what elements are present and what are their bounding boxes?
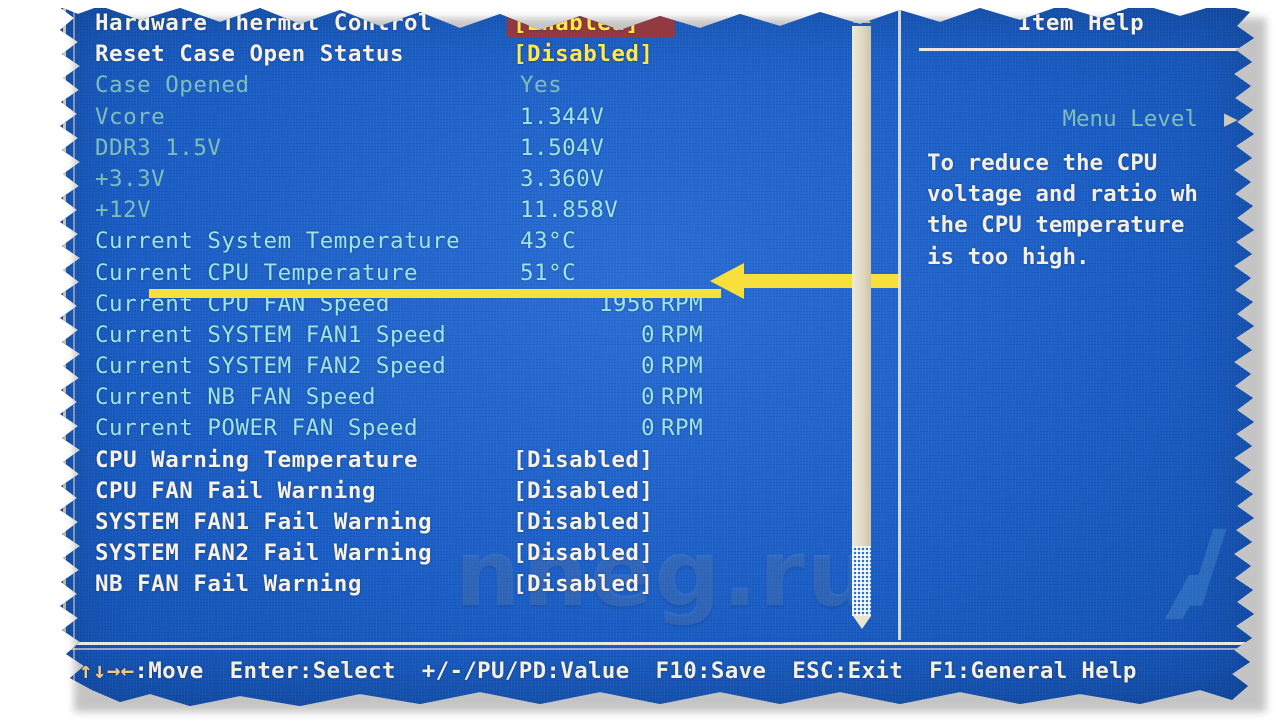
settings-row-label: +12V: [95, 197, 152, 224]
settings-row-value: 0: [640, 321, 655, 348]
settings-row-value: 43°C: [520, 228, 577, 255]
scrollbar-thumb[interactable]: [852, 26, 871, 546]
footer-rule-secondary: [61, 648, 1251, 650]
key-hint-action: :Move: [134, 658, 204, 684]
settings-row: +3.3V 3.360V: [95, 164, 885, 195]
settings-row-value: 3.360V: [520, 165, 605, 192]
menu-level-row: Menu Level ▶: [927, 80, 1237, 158]
key-hint-keys: ESC: [792, 658, 834, 684]
key-hint-bar: ↑↓→←:Move Enter:Select +/-/PU/PD:Value F10:…: [79, 658, 1259, 684]
key-hint: ESC:Exit: [792, 658, 903, 684]
settings-row: +12V 11.858V: [95, 195, 885, 226]
key-hint: F10:Save: [656, 658, 767, 684]
settings-row-label: Current SYSTEM FAN1 Speed: [95, 321, 447, 348]
item-help-text: To reduce the CPU voltage and ratio wh the…: [927, 148, 1260, 273]
key-hint-keys: F1: [929, 658, 957, 684]
settings-row[interactable]: Reset Case Open Status [Disabled]: [95, 39, 885, 70]
scrollbar-down-arrow-icon[interactable]: [853, 616, 871, 629]
settings-row-value: 0: [640, 415, 655, 442]
settings-row-label: DDR3 1.5V: [95, 134, 222, 161]
settings-row: Current System Temperature 43°C: [95, 226, 885, 257]
menu-level-arrow-icon: ▶: [1223, 106, 1238, 132]
scrollbar[interactable]: [850, 12, 874, 634]
settings-row[interactable]: NB FAN Fail Warning [Disabled]: [95, 569, 885, 600]
settings-row-label: SYSTEM FAN2 Fail Warning: [95, 540, 433, 567]
key-hint: F1:General Help: [929, 658, 1137, 684]
settings-row-value[interactable]: [Disabled]: [513, 538, 653, 569]
key-hint-action: :General Help: [956, 658, 1137, 684]
settings-row-unit: RPM: [661, 415, 704, 442]
key-hint-keys: Enter: [229, 658, 299, 684]
settings-row-value[interactable]: [Disabled]: [513, 476, 653, 507]
settings-row-label: Current POWER FAN Speed: [95, 415, 419, 442]
settings-row: Current SYSTEM FAN1 Speed 0 RPM: [95, 320, 885, 351]
settings-row-label: Current NB FAN Speed: [95, 384, 376, 411]
settings-row-label: Current SYSTEM FAN2 Speed: [95, 353, 447, 380]
item-help-panel: Item Help Menu Level ▶ To reduce the CPU v…: [913, 8, 1260, 640]
scrollbar-track[interactable]: [852, 546, 871, 616]
key-hint-action: :Value: [546, 658, 630, 684]
item-help-line: voltage and ratio wh: [927, 181, 1198, 208]
settings-row-value: 11.858V: [520, 197, 619, 224]
panel-divider: [898, 8, 901, 640]
settings-row-unit: RPM: [661, 353, 704, 380]
photo-frame: nneg.ru Hardware Thermal Control [Enabled…: [0, 0, 1279, 727]
item-help-line: To reduce the CPU: [927, 150, 1158, 176]
key-hint: +/-/PU/PD:Value: [422, 658, 630, 684]
bios-setup-screen: nneg.ru Hardware Thermal Control [Enabled…: [55, 8, 1260, 708]
settings-row-value[interactable]: [Disabled]: [513, 507, 653, 538]
key-hint: Enter:Select: [230, 658, 396, 684]
settings-row-value[interactable]: [Disabled]: [513, 39, 653, 70]
item-help-rule: [919, 48, 1259, 51]
settings-row-label: SYSTEM FAN1 Fail Warning: [95, 509, 433, 535]
settings-row-label: Reset Case Open Status: [95, 41, 405, 68]
settings-row: Current POWER FAN Speed 0 RPM: [95, 413, 885, 444]
item-help-line: the CPU temperature: [927, 212, 1185, 239]
key-hint-keys: F10: [655, 658, 698, 684]
settings-row: DDR3 1.5V 1.504V: [95, 133, 885, 164]
settings-row-value[interactable]: [Disabled]: [513, 569, 653, 600]
settings-row-label: Current CPU Temperature: [95, 259, 419, 286]
key-hint-keys: ↑↓→←: [79, 658, 135, 684]
key-hint-action: :Exit: [833, 658, 904, 684]
settings-row-value: 0: [640, 353, 655, 380]
settings-row-value: 1.504V: [520, 134, 605, 161]
key-hint: ↑↓→←:Move: [79, 658, 204, 684]
settings-row-label: NB FAN Fail Warning: [95, 571, 362, 598]
settings-row-value: Yes: [520, 72, 563, 99]
key-hint-keys: +/-/PU/PD: [421, 658, 547, 684]
key-hint-action: :Save: [697, 658, 767, 684]
menu-level-label: Menu Level: [1062, 106, 1198, 132]
settings-row-unit: RPM: [661, 321, 704, 348]
settings-row[interactable]: SYSTEM FAN1 Fail Warning [Disabled]: [95, 507, 885, 538]
settings-row-value[interactable]: [Disabled]: [513, 445, 653, 476]
settings-row-unit: RPM: [661, 384, 704, 411]
settings-row-label: Current System Temperature: [95, 228, 461, 255]
item-help-line: is too high.: [927, 243, 1090, 270]
settings-list: Hardware Thermal Control [Enabled] Reset C…: [95, 8, 885, 638]
settings-row-value: 51°C: [520, 259, 577, 286]
settings-row: Vcore 1.344V: [95, 102, 885, 133]
settings-row: Case Opened Yes: [95, 70, 885, 101]
settings-row[interactable]: CPU FAN Fail Warning [Disabled]: [95, 476, 885, 507]
settings-row-label: Case Opened: [95, 72, 250, 99]
settings-row: Current NB FAN Speed 0 RPM: [95, 382, 885, 413]
annotation-underline: [149, 289, 721, 298]
settings-row-value: 1.344V: [520, 103, 605, 130]
settings-row-label: CPU Warning Temperature: [95, 446, 419, 473]
settings-row-label: +3.3V: [95, 165, 166, 192]
settings-row-value: 0: [640, 384, 655, 411]
settings-row-label: Vcore: [95, 103, 166, 130]
settings-row[interactable]: SYSTEM FAN2 Fail Warning [Disabled]: [95, 538, 885, 569]
settings-row-label: CPU FAN Fail Warning: [95, 477, 376, 504]
settings-row: Current SYSTEM FAN2 Speed 0 RPM: [95, 351, 885, 382]
settings-row[interactable]: CPU Warning Temperature [Disabled]: [95, 445, 885, 476]
key-hint-action: :Select: [298, 658, 396, 684]
footer-rule: [61, 642, 1251, 645]
